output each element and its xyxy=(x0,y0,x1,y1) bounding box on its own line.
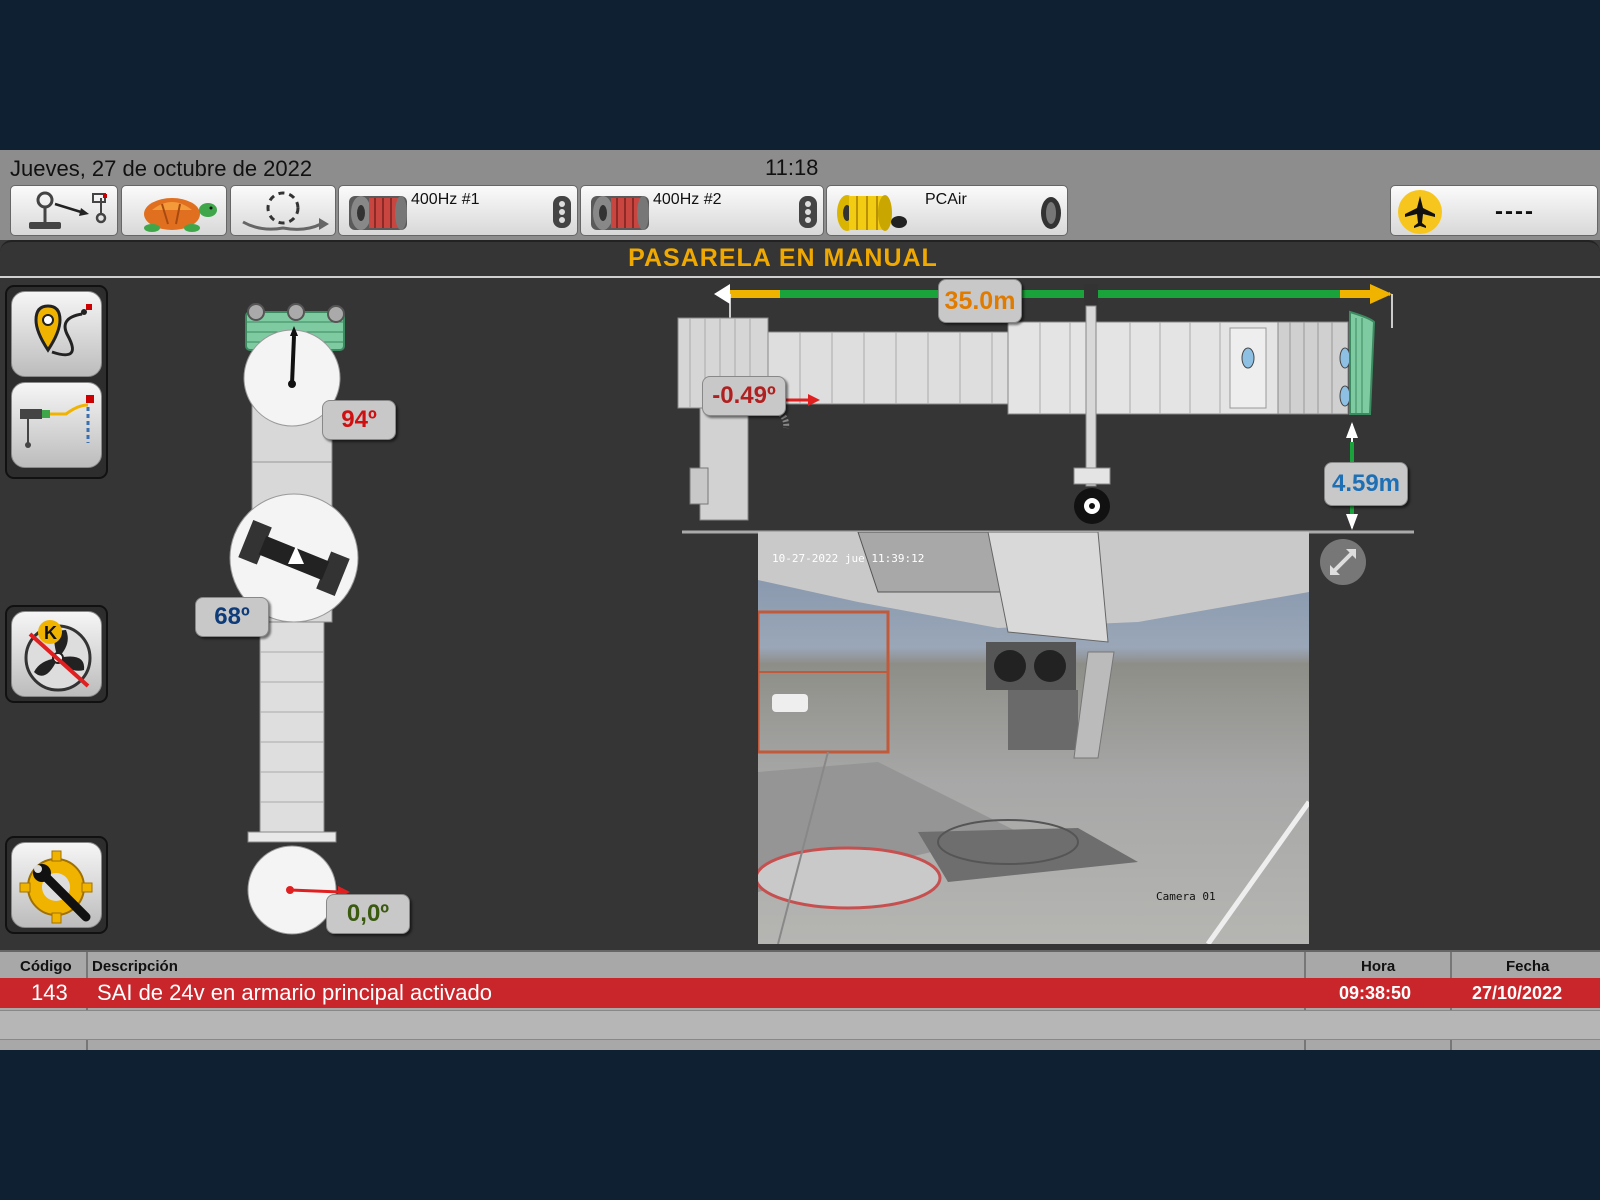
docking-path-icon xyxy=(20,395,94,448)
svg-text:K: K xyxy=(44,623,57,643)
camera-timestamp: 10-27-2022 jue 11:39:12 xyxy=(772,552,925,565)
slope-label: -0.49º xyxy=(702,376,786,416)
route-button[interactable] xyxy=(11,291,102,377)
header-description[interactable]: Descripción xyxy=(92,958,178,975)
autolevel-button[interactable] xyxy=(230,185,336,236)
wheel-angle-label: 0,0º xyxy=(326,894,410,934)
maintenance-button-group xyxy=(5,836,108,934)
joystick-icon xyxy=(29,191,107,229)
cab-angle-value: 94º xyxy=(341,406,377,433)
alarm-table: Código Descripción Hora Fecha 143 SAI de… xyxy=(0,950,1600,1050)
app-window: Jueves, 27 de octubre de 2022 11:18 400H… xyxy=(0,150,1600,1050)
airplane-icon xyxy=(1398,190,1442,234)
map-route-icon xyxy=(34,304,92,357)
rotunda-angle-label: 68º xyxy=(195,597,269,637)
current-date: Jueves, 27 de octubre de 2022 xyxy=(10,156,313,181)
manual-drive-button[interactable] xyxy=(10,185,118,236)
header-code[interactable]: Código xyxy=(20,958,72,975)
fan-button-group: K xyxy=(5,605,108,703)
gpu-400hz-1-button[interactable]: 400Hz #1 xyxy=(338,185,578,236)
slow-speed-button[interactable] xyxy=(121,185,227,236)
expand-camera-button[interactable] xyxy=(1320,539,1366,585)
pcair-button[interactable]: PCAir xyxy=(826,185,1068,236)
length-label: 35.0m xyxy=(938,279,1022,323)
header-date[interactable]: Fecha xyxy=(1506,958,1549,975)
camera-feed[interactable]: 10-27-2022 jue 11:39:12 Camera 01 xyxy=(758,532,1309,944)
rotation-dashed-icon xyxy=(242,191,329,231)
route-button-group xyxy=(5,285,108,479)
height-value: 4.59m xyxy=(1331,470,1401,497)
rotunda-angle-value: 68º xyxy=(214,603,250,630)
flight-info-button[interactable]: ---- xyxy=(1390,185,1598,236)
alarm-row[interactable]: 143 SAI de 24v en armario principal acti… xyxy=(0,978,1600,1008)
alarm-time: 09:38:50 xyxy=(1339,983,1412,1003)
fan-disabled-button[interactable]: K xyxy=(11,611,102,697)
expand-arrows-icon xyxy=(1330,549,1356,575)
alarm-code: 143 xyxy=(31,980,68,1005)
fan-disabled-icon: K xyxy=(24,620,92,692)
maintenance-button[interactable] xyxy=(11,842,102,928)
gear-wrench-icon xyxy=(19,850,93,924)
slope-value: -0.49º xyxy=(712,382,776,409)
gpu-400hz-2-button[interactable]: 400Hz #2 xyxy=(580,185,824,236)
alarm-row-empty[interactable] xyxy=(0,1010,1600,1040)
turtle-icon xyxy=(144,198,217,232)
wheel-angle-value: 0,0º xyxy=(346,900,390,927)
length-value: 35.0m xyxy=(944,287,1016,315)
mode-title: PASARELA EN MANUAL xyxy=(628,244,938,272)
top-bar: Jueves, 27 de octubre de 2022 11:18 400H… xyxy=(0,150,1600,240)
autodock-button[interactable] xyxy=(11,382,102,468)
alarm-date: 27/10/2022 xyxy=(1472,983,1563,1003)
pcair-label: PCAir xyxy=(925,191,967,208)
header-time[interactable]: Hora xyxy=(1361,958,1395,975)
gpu-400hz-2-label: 400Hz #2 xyxy=(653,191,722,208)
gpu-400hz-1-label: 400Hz #1 xyxy=(411,191,480,208)
flight-number: ---- xyxy=(1495,198,1535,225)
bridge-status-panel: PASARELA EN MANUAL K 94º 68º 0,0º 35.0m … xyxy=(0,240,1600,950)
camera-scene xyxy=(758,532,1309,944)
current-time: 11:18 xyxy=(765,155,819,180)
height-label: 4.59m xyxy=(1324,462,1408,506)
camera-name: Camera 01 xyxy=(1156,890,1216,903)
cab-angle-label: 94º xyxy=(322,400,396,440)
alarm-description: SAI de 24v en armario principal activado xyxy=(97,980,492,1005)
